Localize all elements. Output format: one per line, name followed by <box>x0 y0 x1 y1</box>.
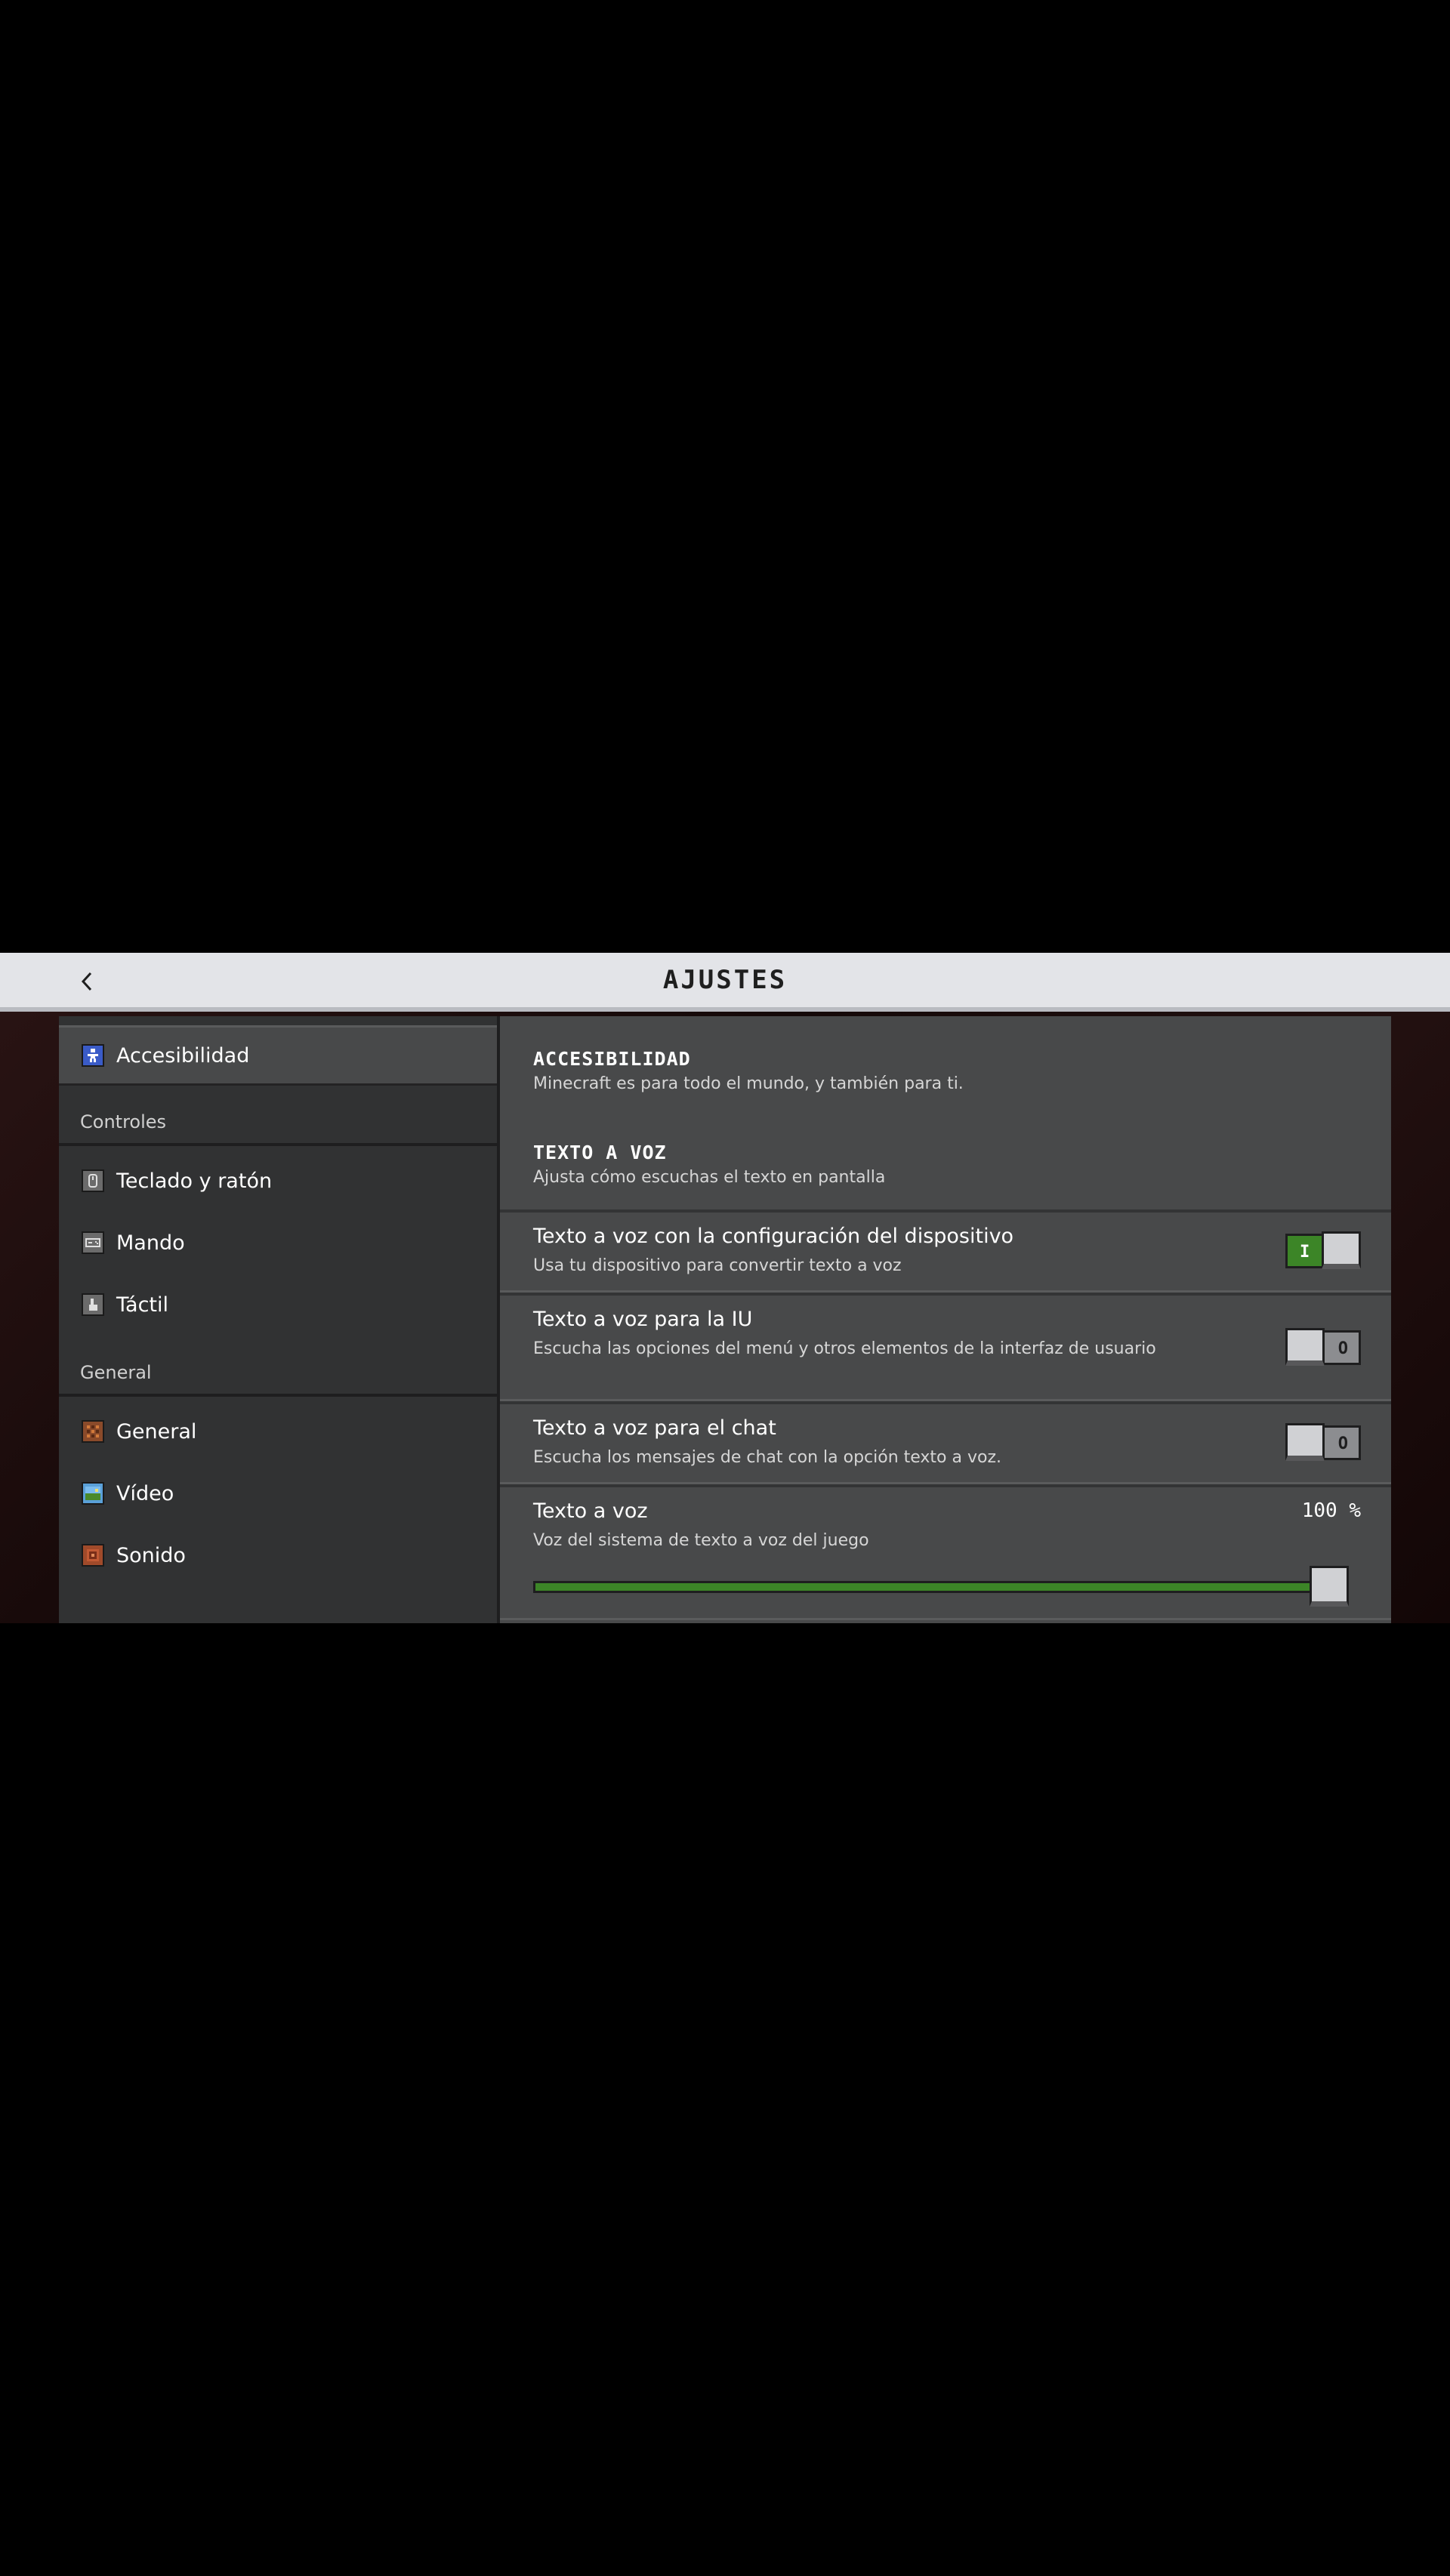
setting-description: Voz del sistema de texto a voz del juego <box>533 1531 869 1550</box>
sidebar-item-label: Mando <box>116 1231 185 1255</box>
section-subtitle: Ajusta cómo escuchas el texto en pantall… <box>533 1168 886 1187</box>
sidebar-item-video[interactable]: Vídeo <box>59 1463 497 1524</box>
setting-description: Usa tu dispositivo para convertir texto … <box>533 1256 902 1275</box>
volume-slider-fill <box>535 1583 1347 1591</box>
toggle-knob <box>1322 1231 1361 1269</box>
header-bar: AJUSTES <box>0 953 1450 1012</box>
setting-row-chat-tts: Texto a voz para el chat Escucha los men… <box>500 1401 1391 1484</box>
video-icon <box>82 1482 104 1505</box>
sidebar-item-label: Teclado y ratón <box>116 1169 273 1193</box>
toggle-knob <box>1285 1328 1325 1366</box>
sidebar-item-controller[interactable]: Mando <box>59 1213 497 1273</box>
accessibility-header: ACCESIBILIDAD Minecraft es para todo el … <box>533 1048 964 1093</box>
sidebar-section-controls: Controles <box>59 1086 497 1146</box>
section-title: ACCESIBILIDAD <box>533 1048 691 1070</box>
setting-title: Texto a voz <box>533 1499 648 1523</box>
toggle-on-mark: I <box>1300 1243 1310 1262</box>
sidebar-section-general: General <box>59 1336 497 1397</box>
setting-title: Texto a voz con la configuración del dis… <box>533 1225 1014 1248</box>
toggle-knob <box>1285 1423 1325 1461</box>
volume-value: 100 % <box>1301 1499 1361 1522</box>
sidebar-item-label: Accesibilidad <box>116 1043 250 1068</box>
setting-row-ui-tts: Texto a voz para la IU Escucha las opcio… <box>500 1293 1391 1401</box>
section-subtitle: Minecraft es para todo el mundo, y tambi… <box>533 1074 964 1093</box>
sidebar: Accesibilidad Controles Teclado y ratón <box>59 1016 500 1623</box>
volume-slider-track[interactable] <box>533 1581 1349 1593</box>
touch-icon <box>82 1293 104 1316</box>
settings-panel: ACCESIBILIDAD Minecraft es para todo el … <box>500 1016 1391 1623</box>
sidebar-item-general[interactable]: General <box>59 1401 497 1462</box>
toggle-off-mark: O <box>1337 1339 1348 1358</box>
keyboard-mouse-icon <box>82 1169 104 1192</box>
sidebar-section-label: General <box>80 1362 152 1383</box>
sidebar-item-sound[interactable]: Sonido <box>59 1525 497 1585</box>
sidebar-item-label: General <box>116 1419 197 1444</box>
device-tts-toggle[interactable]: I <box>1285 1231 1361 1269</box>
section-title: TEXTO A VOZ <box>533 1142 667 1163</box>
sound-icon <box>82 1544 104 1567</box>
sidebar-item-label: Táctil <box>116 1293 169 1317</box>
setting-title: Texto a voz para el chat <box>533 1416 776 1440</box>
sidebar-item-label: Sonido <box>116 1543 186 1567</box>
setting-row-tts-volume: Texto a voz 100 % Voz del sistema de tex… <box>500 1484 1391 1620</box>
chat-tts-toggle[interactable]: O <box>1285 1423 1361 1461</box>
general-icon <box>82 1420 104 1443</box>
toggle-off-mark: O <box>1337 1434 1348 1453</box>
page-title: AJUSTES <box>662 965 788 995</box>
sidebar-item-accessibility[interactable]: Accesibilidad <box>59 1025 497 1086</box>
controller-icon <box>82 1231 104 1254</box>
sidebar-section-label: Controles <box>80 1111 167 1132</box>
setting-title: Texto a voz para la IU <box>533 1308 753 1331</box>
settings-screen: AJUSTES Accesibilidad Controles Teclado … <box>0 953 1450 1623</box>
sidebar-item-keyboard-mouse[interactable]: Teclado y ratón <box>59 1151 497 1211</box>
sidebar-item-touch[interactable]: Táctil <box>59 1274 497 1335</box>
sidebar-item-label: Vídeo <box>116 1481 174 1505</box>
setting-row-device-tts: Texto a voz con la configuración del dis… <box>500 1209 1391 1293</box>
tts-header: TEXTO A VOZ Ajusta cómo escuchas el text… <box>533 1142 885 1187</box>
setting-description: Escucha las opciones del menú y otros el… <box>533 1339 1156 1358</box>
setting-description: Escucha los mensajes de chat con la opci… <box>533 1448 1002 1467</box>
accessibility-icon <box>82 1044 104 1067</box>
volume-slider-handle[interactable] <box>1310 1566 1349 1607</box>
ui-tts-toggle[interactable]: O <box>1285 1328 1361 1366</box>
